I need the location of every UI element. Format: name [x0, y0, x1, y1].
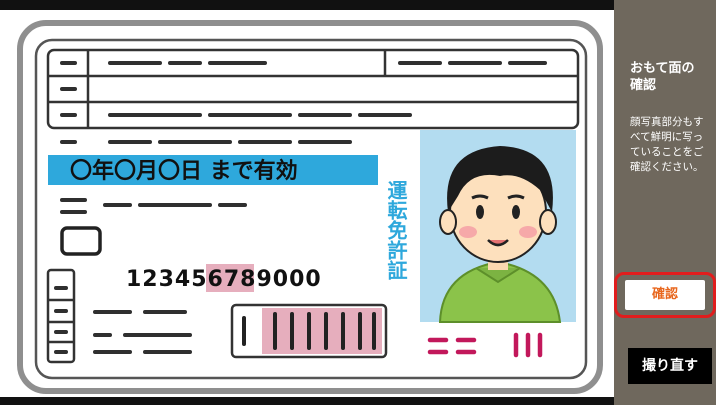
expiry-text: 〇年〇月〇日 まで有効 [70, 158, 298, 184]
confirm-button-frame[interactable]: 確認 [614, 272, 716, 318]
barcode-highlight [262, 308, 382, 354]
panel-title-text: おもて面の 確認 [630, 61, 695, 93]
side-panel: おもて面の 確認 顔写真部分もすべて鮮明に写っていることをご確認ください。 [614, 0, 716, 405]
person-photo-icon [438, 146, 562, 323]
photo-bottom-edge [0, 397, 614, 405]
retake-button[interactable]: 撮り直す [628, 348, 712, 384]
confirm-button[interactable]: 確認 [625, 280, 705, 310]
vertical-license-label: 運転免許証 [384, 180, 408, 281]
license-card-photo: 〇年〇月〇日 まで有効 123456789000 運転免許証 [0, 0, 614, 405]
camera-preview: 〇年〇月〇日 まで有効 123456789000 運転免許証 [0, 0, 614, 405]
license-number: 123456789000 [126, 267, 322, 292]
panel-message: 顔写真部分もすべて鮮明に写っていることをご確認ください。 [630, 116, 704, 173]
vertical-label-text: 運転免許証 [384, 180, 408, 281]
panel-title: おもて面の 確認 [630, 60, 714, 94]
photo-top-edge [0, 0, 614, 10]
license-card-illustration: 〇年〇月〇日 まで有効 123456789000 運転免許証 [0, 0, 614, 405]
